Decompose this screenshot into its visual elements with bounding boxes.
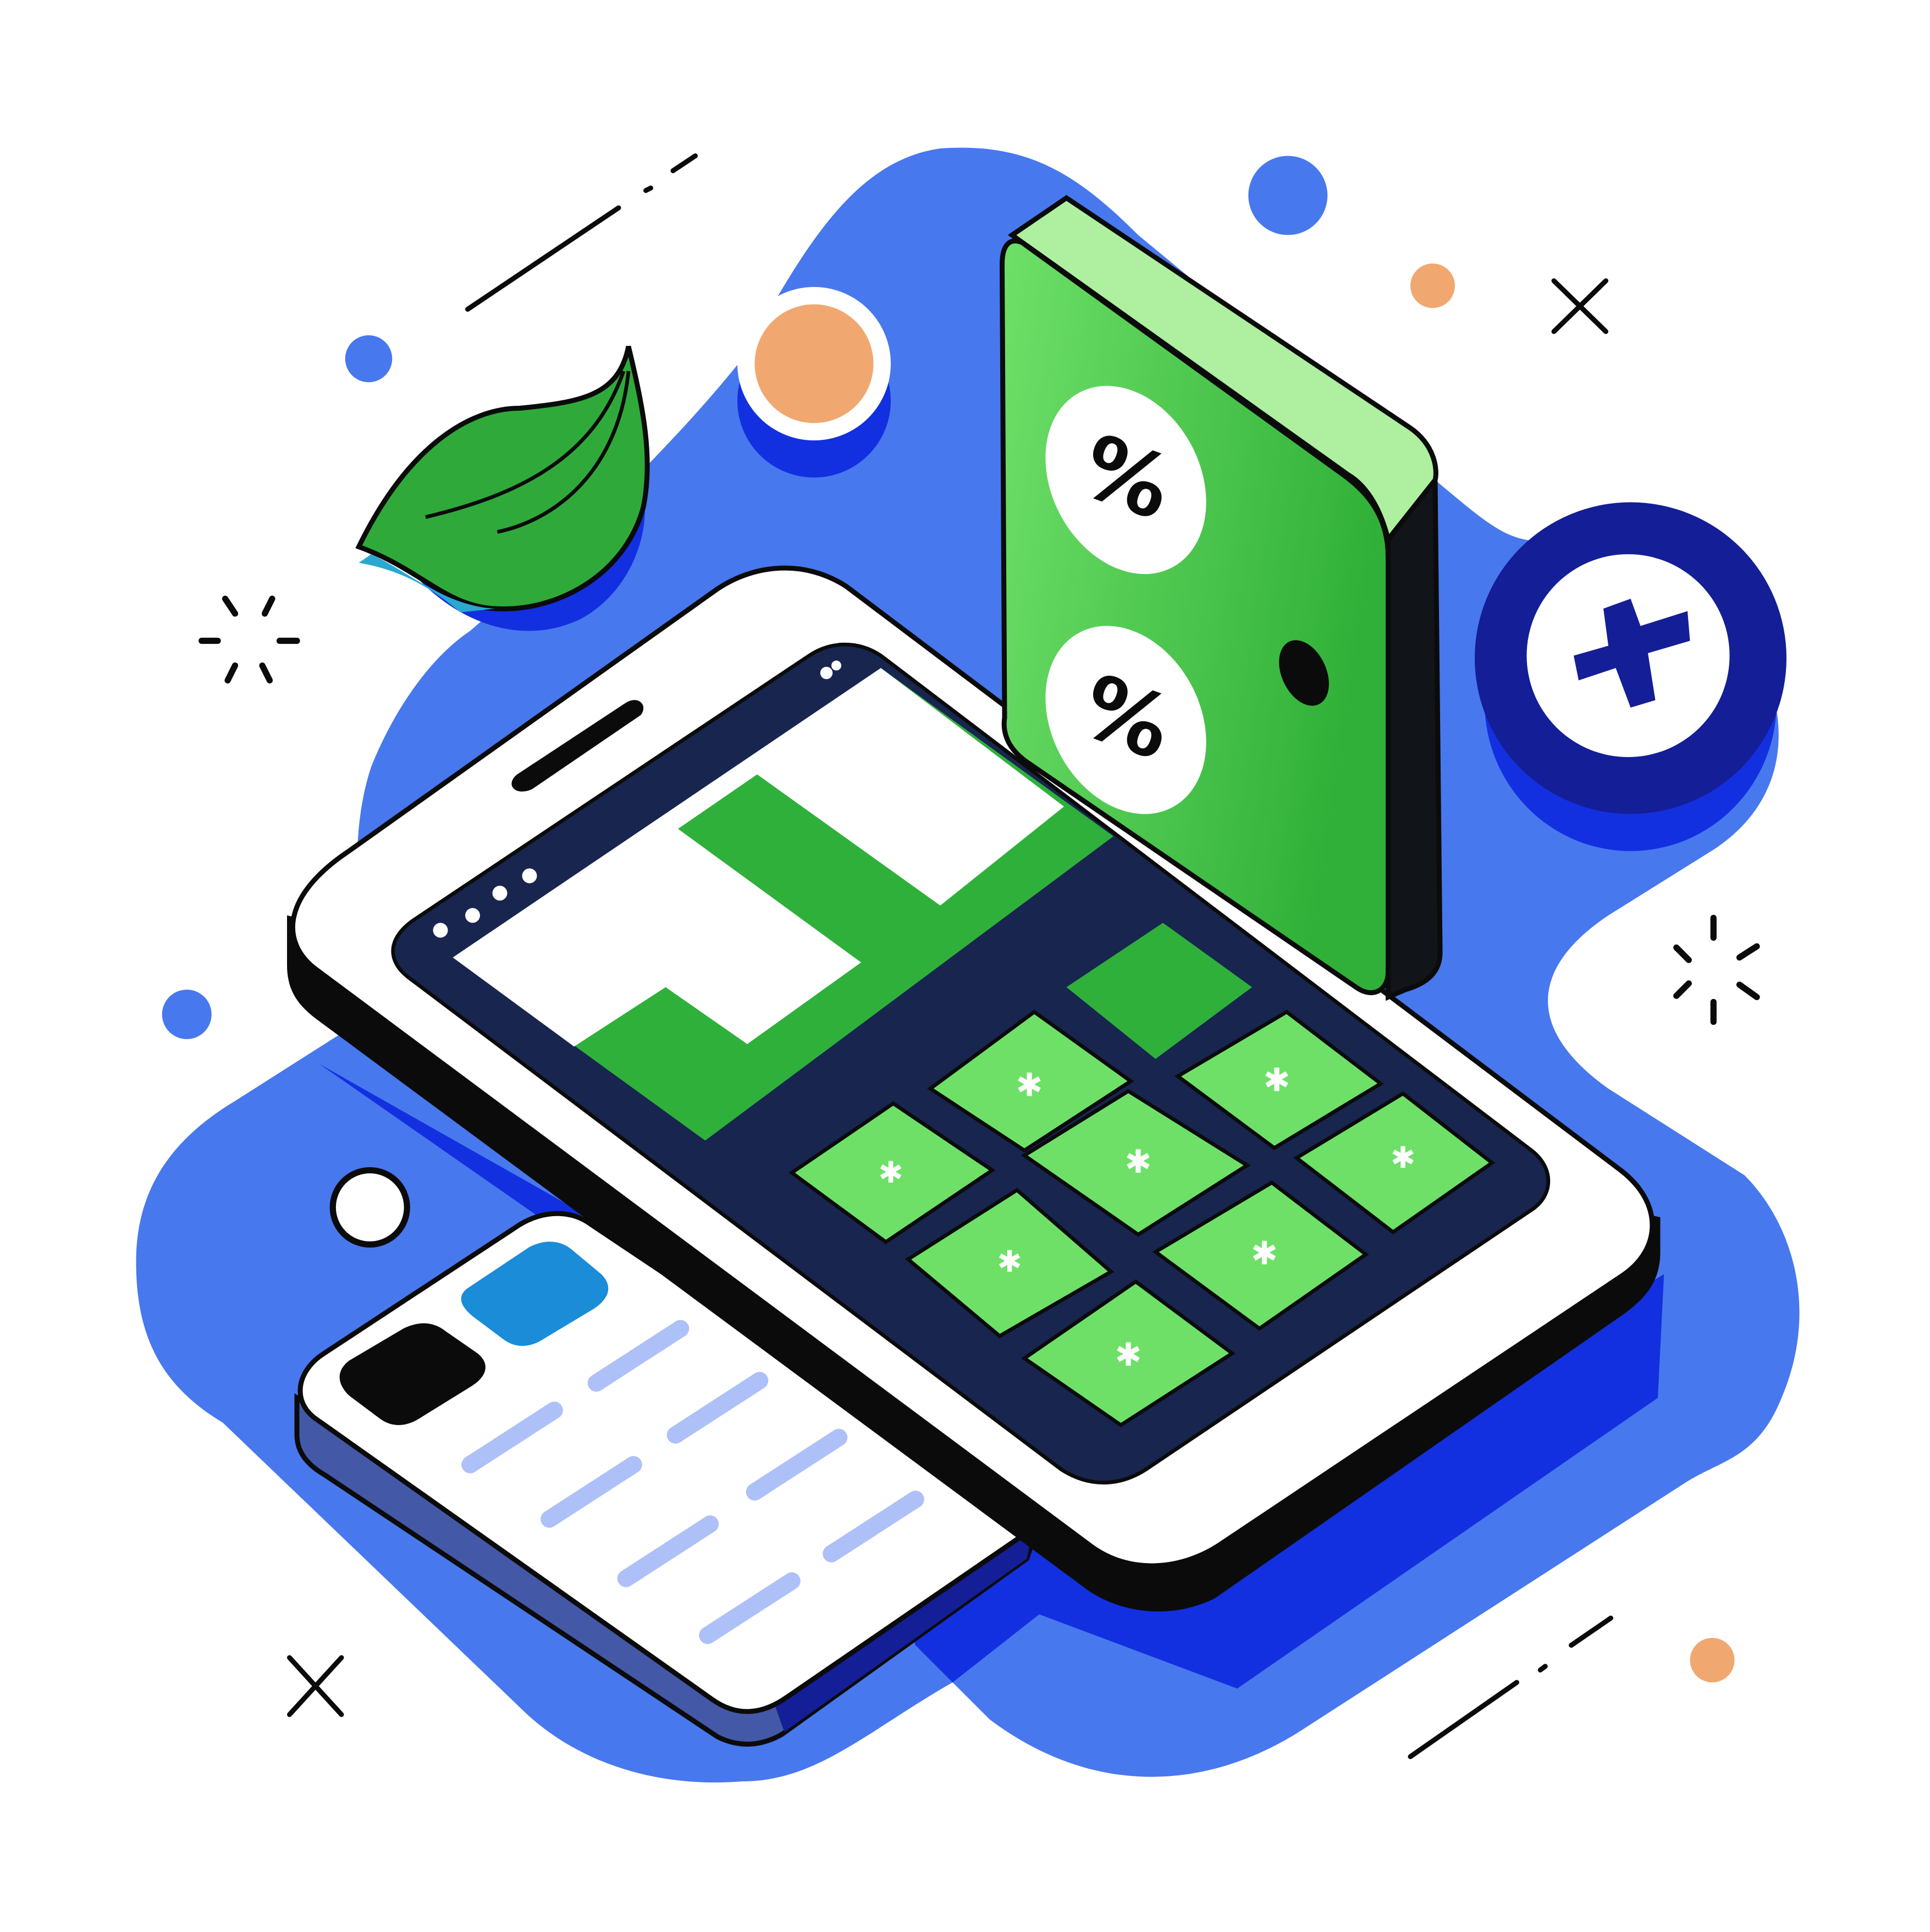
- dot-icon: [329, 1167, 410, 1248]
- cross-icon: [1551, 278, 1608, 334]
- coin-icon: [737, 287, 891, 478]
- dot-icon: [1248, 156, 1328, 235]
- svg-text:✱: ✱: [997, 1244, 1022, 1279]
- illustration-canvas: ✱ ✱ ✱ ✱ ✱ ✱ ✱ ✱ % %: [0, 0, 1930, 1930]
- sparkle-icon: [1673, 914, 1760, 1025]
- dot-icon: [345, 335, 393, 383]
- plus-badge-icon: [1475, 502, 1786, 851]
- leaf-icon: [355, 345, 650, 631]
- dot-icon: [162, 990, 212, 1039]
- svg-text:✱: ✱: [1124, 1143, 1151, 1180]
- illustration-svg: ✱ ✱ ✱ ✱ ✱ ✱ ✱ ✱ % %: [136, 147, 1800, 1783]
- dot-icon: [1690, 1638, 1735, 1682]
- svg-text:✱: ✱: [1391, 1140, 1415, 1175]
- svg-text:✱: ✱: [1251, 1235, 1278, 1272]
- svg-text:✱: ✱: [1115, 1336, 1142, 1373]
- cross-icon: [287, 1655, 344, 1717]
- panel-side: [1386, 473, 1443, 1001]
- svg-text:✱: ✱: [1016, 1067, 1043, 1104]
- svg-text:✱: ✱: [1263, 1062, 1290, 1099]
- dot-icon: [1410, 263, 1455, 308]
- svg-text:✱: ✱: [878, 1155, 903, 1190]
- sparkle-icon: [198, 595, 300, 684]
